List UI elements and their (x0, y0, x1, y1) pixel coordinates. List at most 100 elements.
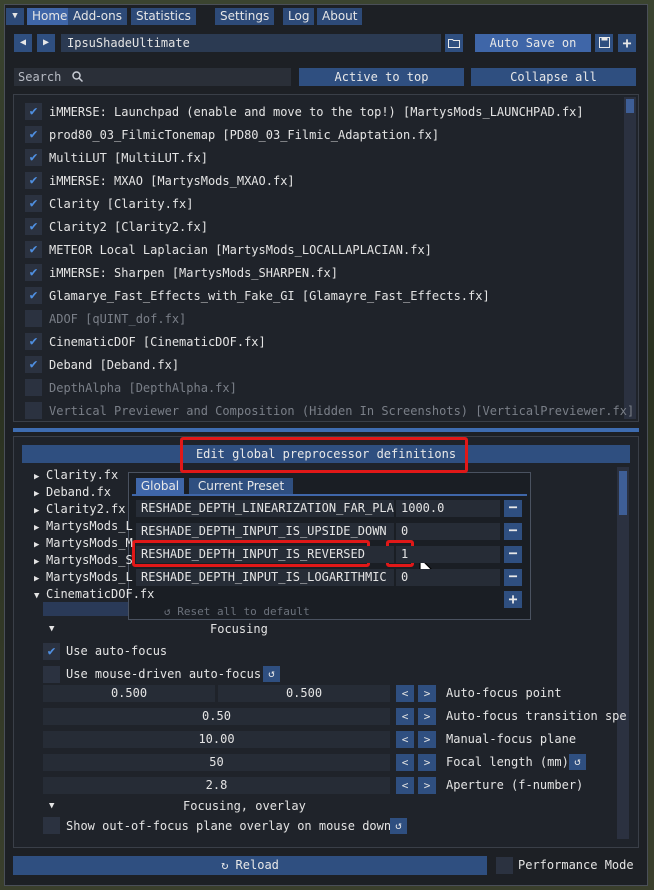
add-definition-button[interactable]: + (504, 591, 522, 608)
variable-editor-scroll-thumb[interactable] (619, 471, 627, 515)
effect-toggle-checkbox[interactable] (25, 379, 42, 396)
effect-label[interactable]: iMMERSE: Launchpad (enable and move to t… (49, 104, 584, 121)
effect-toggle-checkbox[interactable]: ✔ (25, 241, 42, 258)
parameter-value-field[interactable]: 0.500 (218, 685, 390, 702)
add-preset-button[interactable]: + (618, 34, 636, 52)
definition-name-field[interactable]: RESHADE_DEPTH_INPUT_IS_LOGARITHMIC (136, 569, 394, 586)
increase-button[interactable]: > (418, 777, 436, 794)
remove-definition-button[interactable]: − (504, 546, 522, 563)
effect-label[interactable]: MultiLUT [MultiLUT.fx] (49, 150, 208, 167)
popup-tab-current-preset[interactable]: Current Preset (189, 478, 293, 494)
definition-value-field[interactable]: 0 (396, 523, 500, 540)
reload-button[interactable]: ↻ Reload (13, 856, 487, 875)
parameter-value-field[interactable]: 10.00 (43, 731, 390, 748)
effect-toggle-checkbox[interactable]: ✔ (25, 195, 42, 212)
effect-label[interactable]: METEOR Local Laplacian [MartysMods_LOCAL… (49, 242, 432, 259)
focal-length-reset-button[interactable]: ↺ (569, 754, 586, 770)
collapse-all-button[interactable]: Collapse all (471, 68, 636, 86)
tab-log[interactable]: Log (283, 8, 315, 25)
preset-name-field[interactable]: IpsuShadeUltimate (61, 34, 441, 52)
effect-label[interactable]: Vertical Previewer and Composition (Hidd… (49, 403, 634, 420)
definition-name-field[interactable]: RESHADE_DEPTH_INPUT_IS_UPSIDE_DOWN (136, 523, 394, 540)
overlay-checkbox[interactable] (43, 817, 60, 834)
definition-value-field[interactable]: 1 (396, 546, 500, 563)
effect-label[interactable]: Clarity [Clarity.fx] (49, 196, 194, 213)
effect-tree-node[interactable]: ▶ MartysMods_M (34, 535, 133, 553)
effects-list-scroll-thumb[interactable] (626, 99, 634, 113)
effect-toggle-checkbox[interactable]: ✔ (25, 264, 42, 281)
effect-toggle-checkbox[interactable]: ✔ (25, 218, 42, 235)
decrease-button[interactable]: < (396, 708, 414, 725)
use-autofocus-checkbox[interactable]: ✔ (43, 643, 60, 660)
effect-label[interactable]: Deband [Deband.fx] (49, 357, 179, 374)
effect-toggle-checkbox[interactable]: ✔ (25, 149, 42, 166)
reset-all-to-default[interactable]: ↺ Reset all to default (164, 606, 440, 618)
effects-list-scrollbar[interactable] (624, 97, 636, 419)
definition-value-field[interactable]: 0 (396, 569, 500, 586)
effect-toggle-checkbox[interactable] (25, 310, 42, 327)
next-preset-button[interactable]: ▶ (37, 34, 55, 52)
remove-definition-button[interactable]: − (504, 569, 522, 586)
definition-value-field[interactable]: 1000.0 (396, 500, 500, 517)
definition-name-field[interactable]: RESHADE_DEPTH_INPUT_IS_REVERSED (136, 546, 394, 563)
save-preset-button[interactable] (595, 34, 613, 52)
effect-toggle-checkbox[interactable]: ✔ (25, 126, 42, 143)
parameter-value-field[interactable]: 50 (43, 754, 390, 771)
effect-tree-node[interactable]: ▶ MartysMods_S (34, 552, 133, 570)
effect-label[interactable]: prod80_03_FilmicTonemap [PD80_03_Filmic_… (49, 127, 439, 144)
tab-settings[interactable]: Settings (215, 8, 275, 25)
effect-tree-node[interactable]: ▶ MartysMods_L (34, 569, 133, 587)
parameter-value-field[interactable]: 2.8 (43, 777, 390, 794)
effect-toggle-checkbox[interactable] (25, 402, 42, 419)
browse-folder-button[interactable] (445, 34, 463, 52)
overlay-reset-button[interactable]: ↺ (390, 818, 407, 834)
tab-about[interactable]: About (317, 8, 363, 25)
decrease-button[interactable]: < (396, 731, 414, 748)
focusing-overlay-header[interactable]: ▼ Focusing, overlay (43, 798, 438, 815)
increase-button[interactable]: > (418, 731, 436, 748)
parameter-value-field[interactable]: 0.50 (43, 708, 390, 725)
decrease-button[interactable]: < (396, 777, 414, 794)
increase-button[interactable]: > (418, 754, 436, 771)
effect-toggle-checkbox[interactable]: ✔ (25, 356, 42, 373)
effect-toggle-checkbox[interactable]: ✔ (25, 172, 42, 189)
effect-label[interactable]: iMMERSE: Sharpen [MartysMods_SHARPEN.fx] (49, 265, 338, 282)
effect-tree-node[interactable]: ▼ CinematicDOF.fx (34, 586, 154, 604)
effect-label[interactable]: iMMERSE: MXAO [MartysMods_MXAO.fx] (49, 173, 295, 190)
effect-label[interactable]: Glamarye_Fast_Effects_with_Fake_GI [Glam… (49, 288, 490, 305)
mouse-autofocus-reset-button[interactable]: ↺ (263, 666, 280, 682)
effect-toggle-checkbox[interactable]: ✔ (25, 103, 42, 120)
definition-name-field[interactable]: RESHADE_DEPTH_LINEARIZATION_FAR_PLANE (136, 500, 394, 517)
effect-tree-node[interactable]: ▶ Clarity.fx (34, 467, 118, 485)
tab-addons[interactable]: Add-ons (68, 8, 127, 25)
tab-statistics[interactable]: Statistics (131, 8, 196, 25)
search-input[interactable]: Search (14, 68, 291, 86)
active-to-top-button[interactable]: Active to top (299, 68, 464, 86)
effect-toggle-checkbox[interactable]: ✔ (25, 287, 42, 304)
increase-button[interactable]: > (418, 708, 436, 725)
mouse-autofocus-checkbox[interactable] (43, 666, 60, 683)
previous-preset-button[interactable]: ◀ (14, 34, 32, 52)
effect-label[interactable]: CinematicDOF [CinematicDOF.fx] (49, 334, 266, 351)
effect-tree-node[interactable]: ▶ Deband.fx (34, 484, 111, 502)
effect-label[interactable]: DepthAlpha [DepthAlpha.fx] (49, 380, 237, 397)
tab-home[interactable]: Home (27, 8, 73, 25)
effect-toggle-checkbox[interactable]: ✔ (25, 333, 42, 350)
variable-editor-scrollbar[interactable] (617, 467, 629, 839)
remove-definition-button[interactable]: − (504, 500, 522, 517)
effect-label[interactable]: Clarity2 [Clarity2.fx] (49, 219, 208, 236)
panel-splitter[interactable] (13, 428, 639, 432)
effect-tree-node[interactable]: ▶ MartysMods_L (34, 518, 133, 536)
focusing-header[interactable]: ▼ Focusing (43, 621, 438, 638)
decrease-button[interactable]: < (396, 754, 414, 771)
auto-save-toggle[interactable]: Auto Save on (475, 34, 591, 52)
decrease-button[interactable]: < (396, 685, 414, 702)
window-menu-arrow[interactable]: ▼ (6, 8, 24, 25)
performance-mode-checkbox[interactable] (496, 857, 513, 874)
effect-label[interactable]: ADOF [qUINT_dof.fx] (49, 311, 186, 328)
popup-tab-global[interactable]: Global (136, 478, 184, 494)
remove-definition-button[interactable]: − (504, 523, 522, 540)
increase-button[interactable]: > (418, 685, 436, 702)
parameter-value-field[interactable]: 0.500 (43, 685, 215, 702)
effect-tree-node[interactable]: ▶ Clarity2.fx (34, 501, 125, 519)
